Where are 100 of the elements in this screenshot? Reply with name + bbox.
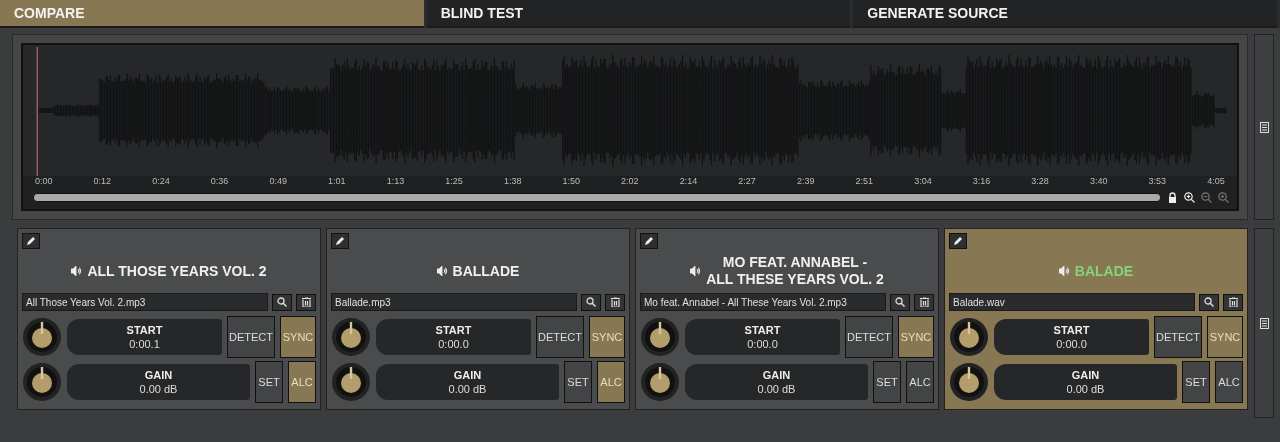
scrollbar[interactable] bbox=[33, 193, 1161, 202]
set-button[interactable]: SET bbox=[1182, 360, 1210, 403]
gain-label: GAIN bbox=[144, 368, 173, 381]
delete-button[interactable] bbox=[296, 293, 316, 311]
search-icon bbox=[277, 297, 287, 308]
pencil-icon bbox=[953, 235, 963, 246]
pencil-icon bbox=[644, 235, 654, 246]
source-title: BALADE bbox=[1074, 262, 1134, 280]
set-button[interactable]: SET bbox=[255, 360, 283, 403]
detect-button[interactable]: DETECT bbox=[1154, 315, 1202, 358]
search-button[interactable] bbox=[1199, 293, 1219, 311]
start-value: 0:00.0 bbox=[747, 337, 778, 350]
source-card[interactable]: MO FEAT. ANNABEL - ALL THESE YEARS VOL. 2 Mo feat. Annabel - All These Years Vol. 2.mp3 START 0:00.0 DETECT SYNC GAIN 0.00 dB SET ALC bbox=[635, 228, 939, 410]
time-label: 2:02 bbox=[621, 176, 639, 188]
start-value: 0:00.0 bbox=[438, 337, 469, 350]
speaker-icon bbox=[690, 266, 702, 276]
source-card[interactable]: BALLADE Ballade.mp3 START 0:00.0 DETECT SYNC GAIN 0.00 dB SET ALC bbox=[326, 228, 630, 410]
file-field[interactable]: Ballade.mp3 bbox=[331, 293, 577, 312]
time-label: 0:36 bbox=[210, 176, 229, 188]
knob-icon[interactable] bbox=[331, 316, 371, 357]
search-icon bbox=[895, 297, 905, 308]
time-label: 0:00 bbox=[35, 176, 53, 188]
detect-button[interactable]: DETECT bbox=[536, 315, 584, 358]
knob-icon[interactable] bbox=[331, 361, 371, 402]
source-card[interactable]: BALADE Balade.wav START 0:00.0 DETECT SYNC GAIN 0.00 dB SET ALC bbox=[944, 228, 1248, 410]
pencil-icon bbox=[26, 235, 36, 246]
set-button[interactable]: SET bbox=[564, 360, 592, 403]
source-title: MO FEAT. ANNABEL - ALL THESE YEARS VOL. 2 bbox=[706, 254, 884, 288]
speaker-icon bbox=[1058, 266, 1070, 276]
gain-value: 0.00 dB bbox=[757, 382, 796, 395]
knob-icon[interactable] bbox=[949, 361, 989, 402]
search-button[interactable] bbox=[581, 293, 601, 311]
search-icon bbox=[1204, 297, 1214, 308]
zoom-in-icon[interactable] bbox=[1184, 192, 1195, 203]
trash-icon bbox=[919, 297, 929, 308]
time-label: 1:38 bbox=[503, 176, 522, 188]
edit-button[interactable] bbox=[331, 233, 349, 249]
zoom-fit-icon[interactable] bbox=[1218, 192, 1229, 203]
time-label: 1:25 bbox=[445, 176, 463, 188]
alc-button[interactable]: ALC bbox=[1215, 360, 1243, 403]
file-field[interactable]: Mo feat. Annabel - All These Years Vol. 2.mp3 bbox=[640, 293, 886, 312]
detect-button[interactable]: DETECT bbox=[227, 315, 275, 358]
source-title: BALLADE bbox=[452, 262, 520, 280]
knob-icon[interactable] bbox=[949, 316, 989, 357]
detect-button[interactable]: DETECT bbox=[845, 315, 893, 358]
lock-icon[interactable] bbox=[1167, 192, 1178, 203]
start-value: 0:00.1 bbox=[129, 337, 160, 350]
time-label: 2:27 bbox=[738, 176, 756, 188]
edit-button[interactable] bbox=[640, 233, 658, 249]
delete-button[interactable] bbox=[605, 293, 625, 311]
time-label: 3:28 bbox=[1031, 176, 1049, 188]
time-label: 3:16 bbox=[972, 176, 991, 188]
alc-button[interactable]: ALC bbox=[906, 360, 934, 403]
time-label: 3:40 bbox=[1089, 176, 1108, 188]
time-label: 2:39 bbox=[796, 176, 815, 188]
gain-label: GAIN bbox=[453, 368, 482, 381]
file-field[interactable]: Balade.wav bbox=[949, 293, 1195, 312]
knob-icon[interactable] bbox=[22, 361, 62, 402]
set-button[interactable]: SET bbox=[873, 360, 901, 403]
start-label: START bbox=[1053, 323, 1090, 336]
time-label: 2:51 bbox=[855, 176, 874, 188]
delete-button[interactable] bbox=[914, 293, 934, 311]
delete-button[interactable] bbox=[1223, 293, 1243, 311]
gain-label: GAIN bbox=[1071, 368, 1100, 381]
search-button[interactable] bbox=[890, 293, 910, 311]
search-button[interactable] bbox=[272, 293, 292, 311]
time-label: 0:24 bbox=[152, 176, 170, 188]
gain-label: GAIN bbox=[762, 368, 791, 381]
panel-icon bbox=[1259, 121, 1269, 133]
speaker-icon bbox=[71, 266, 83, 276]
search-icon bbox=[586, 297, 596, 308]
file-field[interactable]: All Those Years Vol. 2.mp3 bbox=[22, 293, 268, 312]
time-label: 1:13 bbox=[386, 176, 405, 188]
knob-icon[interactable] bbox=[22, 316, 62, 357]
gain-value: 0.00 dB bbox=[139, 382, 178, 395]
knob-icon[interactable] bbox=[640, 361, 680, 402]
zoom-out-icon[interactable] bbox=[1201, 192, 1212, 203]
start-label: START bbox=[744, 323, 781, 336]
speaker-icon bbox=[436, 266, 448, 276]
edit-button[interactable] bbox=[22, 233, 40, 249]
source-title: ALL THOSE YEARS VOL. 2 bbox=[87, 262, 267, 280]
start-label: START bbox=[126, 323, 163, 336]
start-label: START bbox=[435, 323, 472, 336]
gain-value: 0.00 dB bbox=[448, 382, 487, 395]
trash-icon bbox=[301, 297, 311, 308]
tab[interactable]: GENERATE SOURCE bbox=[853, 0, 1277, 28]
time-label: 3:04 bbox=[914, 176, 932, 188]
trash-icon bbox=[1228, 297, 1238, 308]
knob-icon[interactable] bbox=[640, 316, 680, 357]
tab[interactable]: BLIND TEST bbox=[426, 0, 851, 28]
time-label: 4:05 bbox=[1207, 176, 1225, 188]
pencil-icon bbox=[335, 235, 345, 246]
tab[interactable]: COMPARE bbox=[0, 0, 424, 28]
edit-button[interactable] bbox=[949, 233, 967, 249]
trash-icon bbox=[610, 297, 620, 308]
time-label: 2:14 bbox=[679, 176, 698, 188]
panel-icon bbox=[1259, 317, 1269, 329]
source-card[interactable]: ALL THOSE YEARS VOL. 2 All Those Years Vol. 2.mp3 START 0:00.1 DETECT SYNC GAIN 0.00 dB SET ALC bbox=[17, 228, 321, 410]
time-label: 3:53 bbox=[1148, 176, 1167, 188]
gain-value: 0.00 dB bbox=[1066, 382, 1105, 395]
